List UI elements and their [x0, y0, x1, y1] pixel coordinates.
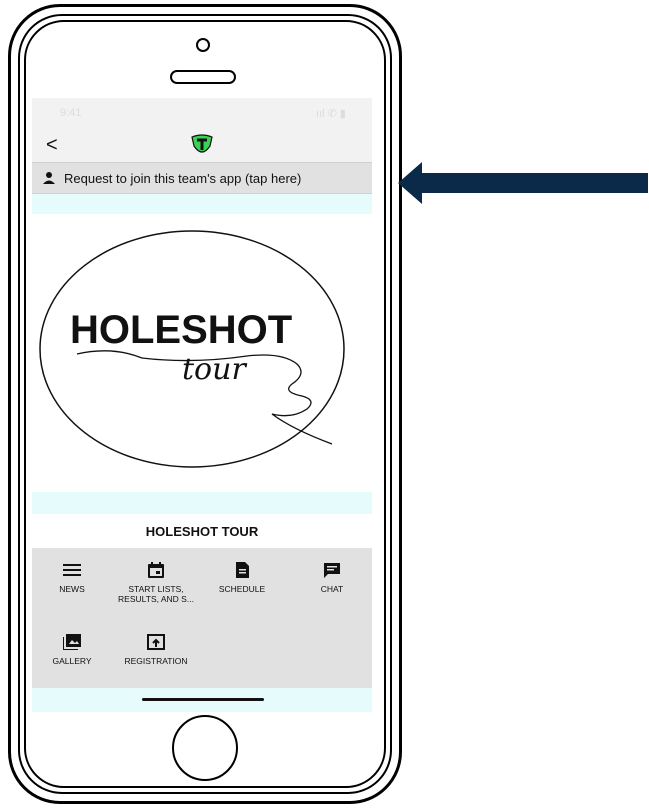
menu-item-label: GALLERY — [52, 656, 92, 666]
gallery-icon — [63, 634, 81, 650]
home-button[interactable] — [172, 715, 238, 781]
status-bar: 9:41 ııl ✆ ▮ — [32, 98, 372, 128]
home-indicator[interactable] — [142, 698, 264, 701]
menu-item-registration[interactable]: REGISTRATION — [116, 634, 196, 666]
calendar-icon — [148, 562, 164, 578]
logo-text-holeshot: HOLESHOT — [70, 308, 292, 352]
camera-icon — [196, 38, 210, 52]
app-menu-grid: NEWS START LISTS, RESULTS, AND S... SCHE… — [32, 548, 372, 688]
menu-item-label: SCHEDULE — [218, 584, 266, 594]
team-banner: HOLESHOT tour — [32, 214, 372, 492]
phone-screen: 9:41 ııl ✆ ▮ < Request to join this team… — [32, 98, 372, 714]
menu-item-news[interactable]: NEWS — [32, 562, 112, 594]
registration-icon — [147, 634, 165, 650]
request-join-button[interactable]: Request to join this team's app (tap her… — [32, 162, 372, 194]
spacer — [32, 194, 372, 214]
menu-item-gallery[interactable]: GALLERY — [32, 634, 112, 666]
arrow-left-icon — [398, 162, 648, 204]
menu-item-label: CHAT — [320, 584, 344, 594]
document-icon — [236, 562, 249, 578]
spacer — [32, 492, 372, 514]
menu-item-label: NEWS — [59, 584, 85, 594]
chat-icon — [324, 563, 340, 578]
request-join-label: Request to join this team's app (tap her… — [64, 170, 302, 186]
person-icon — [43, 172, 55, 184]
app-bar: < — [32, 128, 372, 162]
menu-item-chat[interactable]: CHAT — [292, 562, 372, 594]
status-icons: ııl ✆ ▮ — [316, 108, 346, 120]
menu-item-schedule[interactable]: SCHEDULE — [202, 562, 282, 594]
menu-item-start-lists[interactable]: START LISTS, RESULTS, AND S... — [116, 562, 196, 604]
team-logo-icon — [191, 134, 213, 153]
holeshot-logo: HOLESHOT tour — [39, 230, 345, 468]
menu-item-label: START LISTS, RESULTS, AND S... — [118, 584, 194, 604]
bottom-strip — [32, 688, 372, 712]
team-name: HOLESHOT TOUR — [32, 514, 372, 548]
list-icon — [63, 564, 81, 576]
menu-item-label: REGISTRATION — [124, 656, 188, 666]
logo-text-tour: tour — [182, 352, 247, 387]
back-icon[interactable]: < — [46, 134, 58, 157]
status-time: 9:41 — [60, 107, 82, 119]
speaker-icon — [170, 70, 236, 84]
